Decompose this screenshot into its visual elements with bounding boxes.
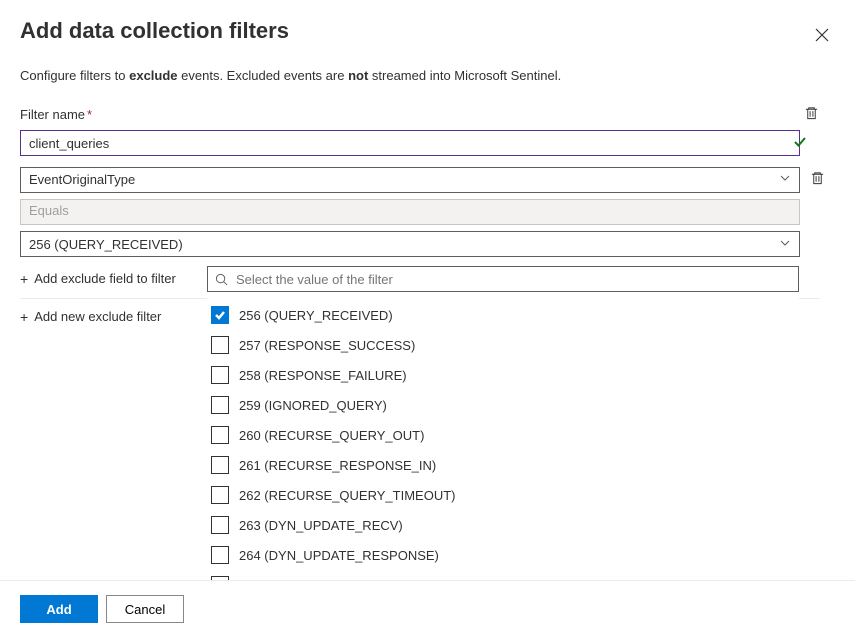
trash-icon — [810, 174, 825, 189]
checkbox[interactable] — [211, 426, 229, 444]
dropdown-search-input[interactable] — [234, 271, 790, 288]
close-icon — [815, 30, 829, 45]
delete-field-button[interactable] — [806, 166, 829, 193]
trash-icon — [804, 109, 819, 124]
option-label: 257 (RESPONSE_SUCCESS) — [239, 338, 415, 353]
option-label: 262 (RECURSE_QUERY_TIMEOUT) — [239, 488, 455, 503]
delete-filter-button[interactable] — [800, 101, 823, 128]
checkbox[interactable] — [211, 456, 229, 474]
field-select[interactable]: EventOriginalType — [20, 167, 800, 193]
checkbox[interactable] — [211, 396, 229, 414]
description-text: Configure filters to exclude events. Exc… — [20, 68, 835, 83]
option-label: 263 (DYN_UPDATE_RECV) — [239, 518, 403, 533]
option-label: 264 (DYN_UPDATE_RESPONSE) — [239, 548, 439, 563]
cancel-button[interactable]: Cancel — [106, 595, 184, 623]
plus-icon: + — [20, 272, 28, 286]
checkbox[interactable] — [211, 516, 229, 534]
operator-field: Equals — [20, 199, 800, 225]
option-label: 260 (RECURSE_QUERY_OUT) — [239, 428, 424, 443]
option-label: 256 (QUERY_RECEIVED) — [239, 308, 393, 323]
dropdown-option[interactable]: 260 (RECURSE_QUERY_OUT) — [207, 420, 795, 450]
dropdown-search[interactable] — [207, 266, 799, 292]
required-asterisk: * — [87, 107, 92, 122]
filter-name-label: Filter name — [20, 107, 85, 122]
value-dropdown: 256 (QUERY_RECEIVED) 257 (RESPONSE_SUCCES… — [207, 266, 799, 596]
add-new-exclude-filter-button[interactable]: + Add new exclude filter — [20, 301, 161, 332]
chevron-down-icon — [779, 237, 791, 252]
search-icon — [215, 273, 228, 286]
options-list[interactable]: 256 (QUERY_RECEIVED) 257 (RESPONSE_SUCCES… — [207, 300, 799, 596]
option-label: 259 (IGNORED_QUERY) — [239, 398, 387, 413]
dropdown-option[interactable]: 262 (RECURSE_QUERY_TIMEOUT) — [207, 480, 795, 510]
filter-name-input[interactable] — [20, 130, 800, 156]
add-exclude-field-label: Add exclude field to filter — [34, 271, 176, 286]
dropdown-option[interactable]: 263 (DYN_UPDATE_RECV) — [207, 510, 795, 540]
footer: Add Cancel — [0, 580, 855, 637]
dropdown-option[interactable]: 257 (RESPONSE_SUCCESS) — [207, 330, 795, 360]
checkbox[interactable] — [211, 366, 229, 384]
dropdown-option[interactable]: 264 (DYN_UPDATE_RESPONSE) — [207, 540, 795, 570]
dropdown-option[interactable]: 258 (RESPONSE_FAILURE) — [207, 360, 795, 390]
checkbox[interactable] — [211, 306, 229, 324]
option-label: 258 (RESPONSE_FAILURE) — [239, 368, 407, 383]
option-label: 261 (RECURSE_RESPONSE_IN) — [239, 458, 436, 473]
dropdown-option[interactable]: 259 (IGNORED_QUERY) — [207, 390, 795, 420]
checkbox[interactable] — [211, 336, 229, 354]
chevron-down-icon — [779, 172, 791, 187]
dropdown-option[interactable]: 256 (QUERY_RECEIVED) — [207, 300, 795, 330]
add-exclude-field-button[interactable]: + Add exclude field to filter — [20, 263, 176, 294]
dropdown-option[interactable]: 261 (RECURSE_RESPONSE_IN) — [207, 450, 795, 480]
field-select-value: EventOriginalType — [29, 172, 135, 187]
value-select-display: 256 (QUERY_RECEIVED) — [29, 237, 183, 252]
add-button[interactable]: Add — [20, 595, 98, 623]
plus-icon: + — [20, 310, 28, 324]
add-new-exclude-filter-label: Add new exclude filter — [34, 309, 161, 324]
valid-check-icon — [793, 135, 807, 152]
checkbox[interactable] — [211, 546, 229, 564]
close-button[interactable] — [809, 22, 835, 51]
panel-title: Add data collection filters — [20, 18, 289, 44]
checkbox[interactable] — [211, 486, 229, 504]
value-select[interactable]: 256 (QUERY_RECEIVED) — [20, 231, 800, 257]
